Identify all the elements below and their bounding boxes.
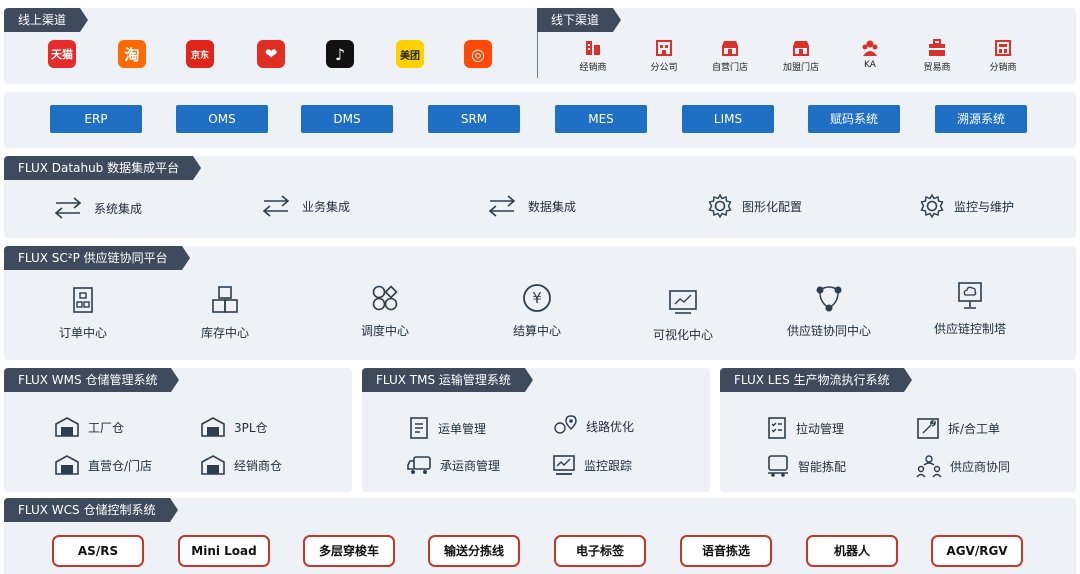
meituan-logo: 美团 [396,40,424,68]
network-nodes-icon [816,286,842,312]
sc2p-item-order: 订单中心 [28,284,138,341]
les-item-workorder: 拆/合工单 [916,416,1000,440]
route-pin-icon [554,415,577,434]
trader-icon [929,39,945,56]
offline-item-trader: 贸易商 [907,38,967,73]
wcs-shuttle-button[interactable]: 多层穿梭车 [303,535,395,567]
warehouse-icon [201,417,225,437]
system-srm[interactable]: SRM [428,105,520,133]
offline-channels-section: 线下渠道 [537,8,657,32]
wcs-voice-picking-button[interactable]: 语音拣选 [680,535,772,567]
order-center-icon [73,287,93,313]
system-mes[interactable]: MES [555,105,647,133]
tmall-logo: 天猫 [48,40,76,68]
sc2p-item-inventory: 库存中心 [170,284,280,341]
system-lims[interactable]: LIMS [682,105,774,133]
dispatch-grid-icon [372,285,398,311]
truck-icon [407,456,431,474]
warehouse-icon [201,455,225,475]
wcs-agv-button[interactable]: AGV/RGV [931,535,1023,567]
monitor-chart-icon [553,455,575,475]
gear-icon [920,193,944,219]
online-channels-title: 线上渠道 [4,8,89,32]
tms-item-tracking: 监控跟踪 [552,454,632,476]
wms-title: FLUX WMS 仓储管理系统 [4,368,180,392]
key-account-icon [862,40,878,56]
les-title: FLUX LES 生产物流执行系统 [720,368,912,392]
wcs-pick-to-light-button[interactable]: 电子标签 [554,535,646,567]
sc2p-item-visualization: 可视化中心 [628,286,738,343]
douyin-logo: ♪ [326,40,354,68]
sc2p-title: FLUX SC²P 供应链协同平台 [4,246,190,270]
warehouse-icon [55,455,79,475]
les-item-supplier: 供应商协同 [916,454,1010,478]
cart-icon [768,455,788,477]
system-coding[interactable]: 赋码系统 [808,105,900,133]
les-item-picking: 智能拣配 [766,454,846,478]
tms-title: FLUX TMS 运输管理系统 [362,368,533,392]
tms-item-waybill: 运单管理 [408,416,486,440]
wms-item-3pl: 3PL仓 [200,416,268,438]
wcs-panel: FLUX WCS 仓储控制系统 [4,498,1076,574]
datahub-title: FLUX Datahub 数据集成平台 [4,156,202,180]
les-item-pull: 拉动管理 [766,416,844,440]
wcs-miniload-button[interactable]: Mini Load [178,535,270,567]
pinduoduo-logo: ❤ [257,40,285,68]
monitor-chart-icon [669,290,697,314]
datahub-item-system: 系统集成 [50,196,142,220]
wms-item-distributor: 经销商仓 [200,454,282,476]
own-store-icon [722,41,738,56]
offline-item-branch: 分公司 [634,38,694,73]
branch-office-icon [656,40,672,56]
datahub-item-business: 业务集成 [258,194,350,218]
datahub-item-config: 图形化配置 [706,192,802,220]
wcs-asrs-button[interactable]: AS/RS [52,535,144,567]
taobao-logo: 淘 [118,40,146,68]
document-list-icon [410,417,428,439]
system-oms[interactable]: OMS [176,105,268,133]
tms-item-route: 线路优化 [552,414,634,438]
offline-item-franchise-store: 加盟门店 [771,38,831,73]
tools-icon [917,418,939,439]
sc2p-item-dispatch: 调度中心 [330,282,440,339]
sc2p-item-settlement: ¥ 结算中心 [482,282,592,339]
datahub-item-data: 数据集成 [484,194,576,218]
system-traceability[interactable]: 溯源系统 [935,105,1027,133]
supplier-users-icon [916,455,942,478]
warehouse-icon [55,417,79,437]
svg-text:¥: ¥ [532,289,542,307]
kuaishou-logo: ◎ [464,40,492,68]
offline-item-ka: KA [840,38,900,70]
distributor-icon [586,41,600,55]
exchange-icon [54,197,82,219]
cloud-tower-icon [958,282,982,309]
offline-item-own-store: 自营门店 [700,38,760,73]
franchise-store-icon [793,41,809,56]
sc2p-item-collaboration: 供应链协同中心 [774,282,884,339]
tms-item-carrier: 承运商管理 [406,454,500,476]
wcs-sorter-button[interactable]: 输送分拣线 [428,535,520,567]
offline-item-distributor: 经销商 [563,38,623,73]
yuan-coin-icon: ¥ [523,284,551,312]
wms-item-factory: 工厂仓 [54,416,124,438]
checklist-icon [768,417,786,439]
wcs-robot-button[interactable]: 机器人 [806,535,898,567]
offline-channels-title: 线下渠道 [537,8,622,32]
reseller-icon [995,40,1011,56]
wms-item-direct-store: 直营仓/门店 [54,454,152,476]
exchange-icon [262,195,290,217]
datahub-item-monitor: 监控与维护 [918,192,1014,220]
jd-logo: 京东 [186,40,214,68]
inventory-boxes-icon [212,286,238,313]
system-dms[interactable]: DMS [301,105,393,133]
system-erp[interactable]: ERP [50,105,142,133]
offline-item-reseller: 分销商 [973,38,1033,73]
wcs-title: FLUX WCS 仓储控制系统 [4,498,177,522]
exchange-icon [488,195,516,217]
systems-panel [4,92,1076,148]
gear-icon [708,193,732,219]
sc2p-item-control-tower: 供应链控制塔 [915,280,1025,337]
